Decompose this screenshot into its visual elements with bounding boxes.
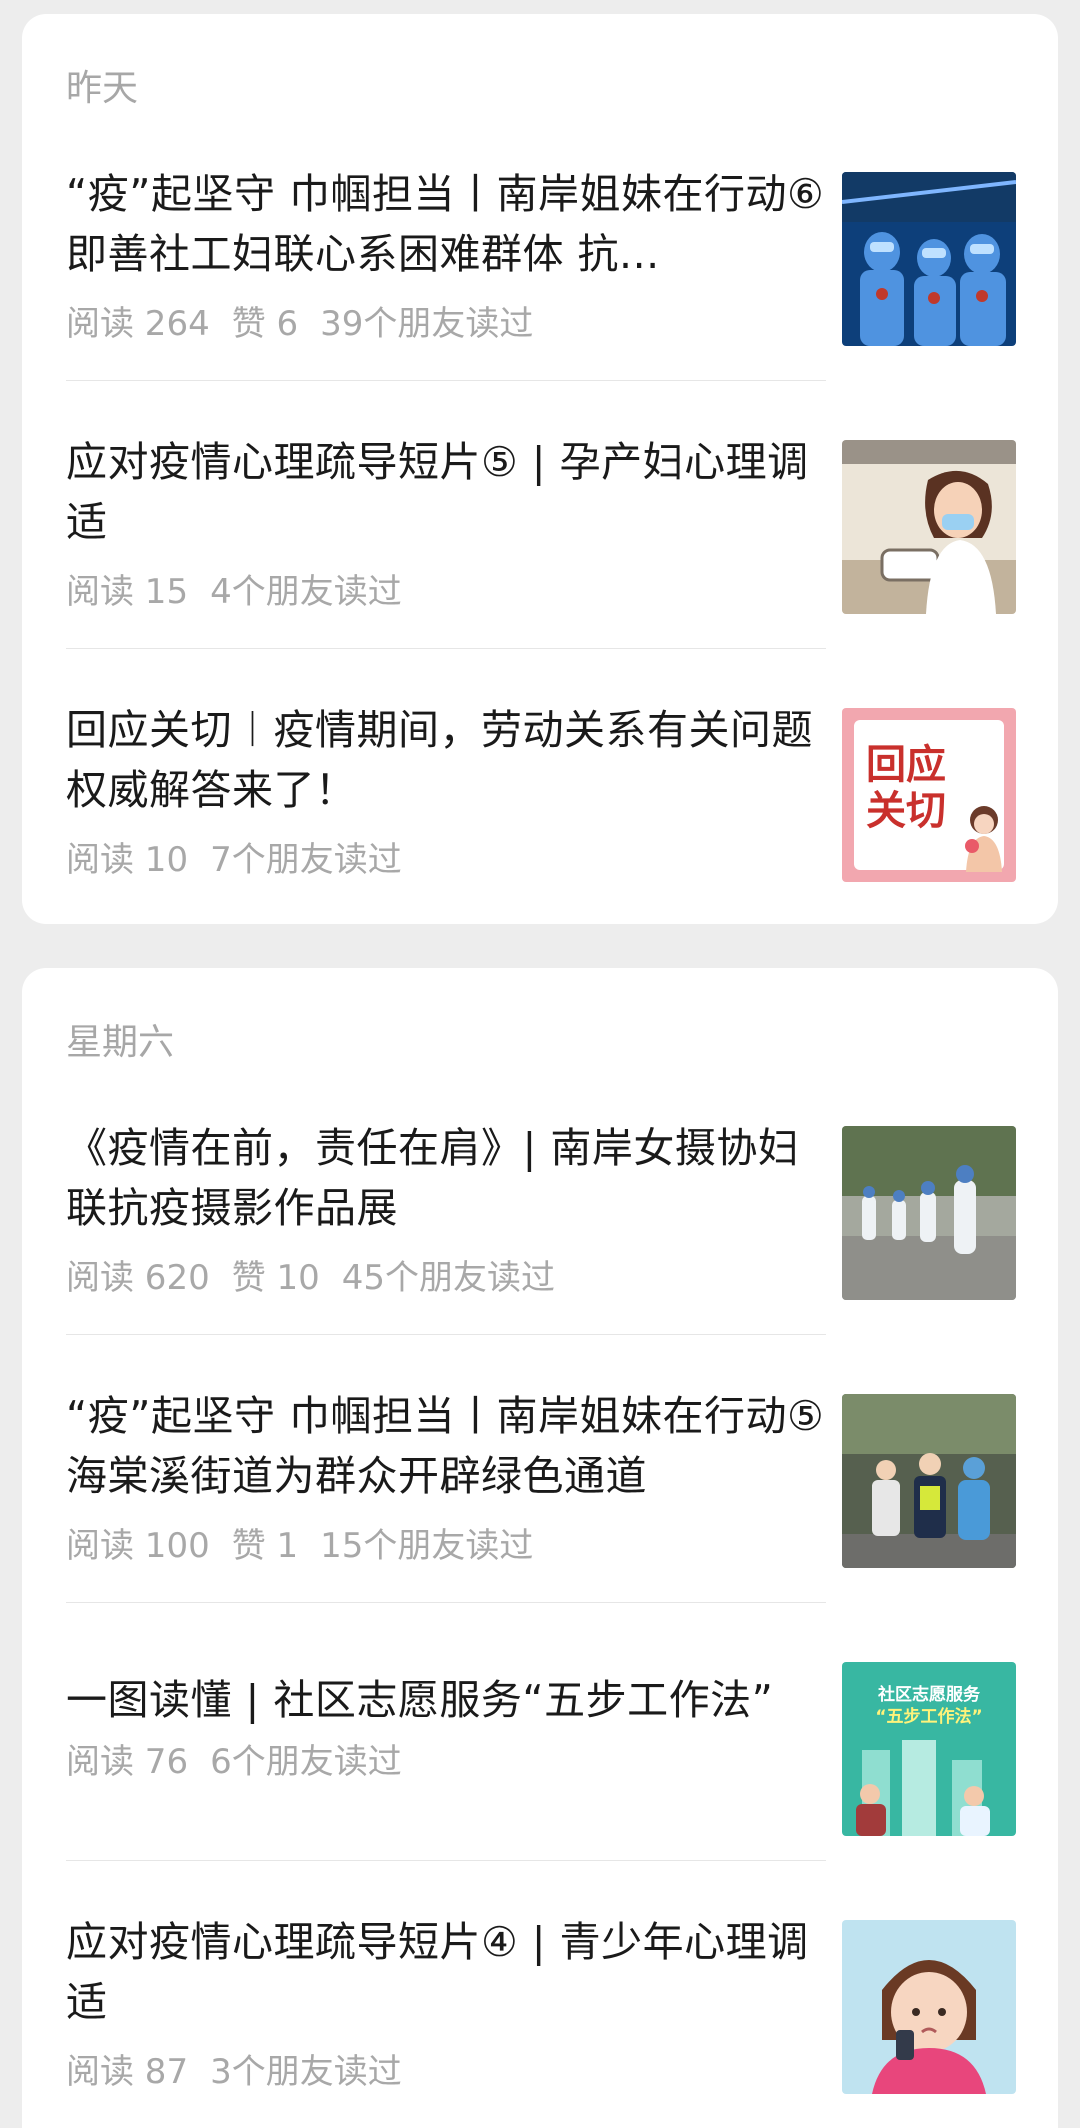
date-label: 星期六 bbox=[66, 1022, 175, 1063]
divider bbox=[66, 1334, 826, 1335]
volunteer-illustration-icon bbox=[856, 1740, 990, 1836]
article-feed: 昨天 “疫”起坚守 巾帼担当丨南岸姐妹在行动⑥ 即善社工妇联心系困难群体 抗..… bbox=[0, 0, 1080, 2128]
teen-illustration-icon bbox=[842, 1920, 1016, 2094]
friends-read-count: 15个朋友读过 bbox=[320, 1526, 534, 1566]
girl-with-flowers-icon bbox=[965, 806, 1002, 872]
read-count: 阅读 10 bbox=[66, 840, 189, 880]
like-count: 赞 10 bbox=[231, 1258, 320, 1298]
officers-photo-icon bbox=[842, 1394, 1016, 1568]
like-count: 赞 6 bbox=[231, 304, 299, 344]
read-count: 阅读 87 bbox=[66, 2052, 189, 2092]
article-thumbnail[interactable] bbox=[842, 1920, 1016, 2094]
article-thumbnail[interactable] bbox=[842, 1126, 1016, 1300]
article-item[interactable]: 《疫情在前，责任在肩》| 南岸女摄协妇联抗疫摄影作品展 阅读 620 赞 10 45… bbox=[66, 1118, 1016, 1318]
article-stats: 阅读 264 赞 6 39个朋友读过 bbox=[66, 300, 555, 348]
divider bbox=[66, 1602, 826, 1603]
article-title: 应对疫情心理疏导短片④ | 青少年心理调适 bbox=[66, 1918, 809, 2026]
read-count: 阅读 15 bbox=[66, 572, 189, 612]
article-item[interactable]: 回应关切︱疫情期间，劳动关系有关问题权威解答来了！ 阅读 10 7个朋友读过 回应… bbox=[66, 700, 1016, 900]
thumbnail-caption: 回应 关切 bbox=[866, 742, 946, 834]
article-thumbnail[interactable]: 回应 关切 bbox=[842, 708, 1016, 882]
thumbnail-caption: 社区志愿服务 “五步工作法” bbox=[875, 1685, 983, 1727]
article-stats: 阅读 620 赞 10 45个朋友读过 bbox=[66, 1254, 577, 1302]
friends-read-count: 6个朋友读过 bbox=[210, 1742, 402, 1782]
article-stats: 阅读 87 3个朋友读过 bbox=[66, 2048, 424, 2096]
article-item[interactable]: “疫”起坚守 巾帼担当丨南岸姐妹在行动⑤ 海棠溪街道为群众开辟绿色通道 阅读 1… bbox=[66, 1386, 1016, 1586]
article-thumbnail[interactable] bbox=[842, 1394, 1016, 1568]
friends-read-count: 4个朋友读过 bbox=[210, 572, 402, 612]
pregnant-woman-illustration-icon bbox=[842, 440, 1016, 614]
article-item[interactable]: “疫”起坚守 巾帼担当丨南岸姐妹在行动⑥ 即善社工妇联心系困难群体 抗... 阅… bbox=[66, 164, 1016, 364]
article-stats: 阅读 76 6个朋友读过 bbox=[66, 1738, 424, 1786]
article-title: “疫”起坚守 巾帼担当丨南岸姐妹在行动⑥ 即善社工妇联心系困难群体 抗... bbox=[66, 170, 825, 278]
friends-read-count: 7个朋友读过 bbox=[210, 840, 402, 880]
divider bbox=[66, 1860, 826, 1861]
read-count: 阅读 620 bbox=[66, 1258, 210, 1298]
article-thumbnail[interactable]: 社区志愿服务 “五步工作法” bbox=[842, 1662, 1016, 1836]
article-item[interactable]: 应对疫情心理疏导短片④ | 青少年心理调适 阅读 87 3个朋友读过 bbox=[66, 1912, 1016, 2112]
article-title: 《疫情在前，责任在肩》| 南岸女摄协妇联抗疫摄影作品展 bbox=[66, 1124, 800, 1232]
read-count: 阅读 264 bbox=[66, 304, 210, 344]
divider bbox=[66, 648, 826, 649]
like-count: 赞 1 bbox=[231, 1526, 299, 1566]
date-label: 昨天 bbox=[66, 68, 139, 109]
article-item[interactable]: 应对疫情心理疏导短片⑤ | 孕产妇心理调适 阅读 15 4个朋友读过 bbox=[66, 432, 1016, 632]
article-title: 回应关切︱疫情期间，劳动关系有关问题权威解答来了！ bbox=[66, 706, 813, 814]
article-item[interactable]: 一图读懂 | 社区志愿服务“五步工作法” 阅读 76 6个朋友读过 社区志愿服务 … bbox=[66, 1654, 1016, 1854]
friends-read-count: 3个朋友读过 bbox=[210, 2052, 402, 2092]
friends-read-count: 39个朋友读过 bbox=[320, 304, 534, 344]
friends-read-count: 45个朋友读过 bbox=[341, 1258, 556, 1298]
article-title: “疫”起坚守 巾帼担当丨南岸姐妹在行动⑤ 海棠溪街道为群众开辟绿色通道 bbox=[66, 1392, 825, 1500]
street-photo-icon bbox=[842, 1126, 1016, 1300]
article-stats: 阅读 100 赞 1 15个朋友读过 bbox=[66, 1522, 555, 1570]
date-group-saturday: 星期六 《疫情在前，责任在肩》| 南岸女摄协妇联抗疫摄影作品展 阅读 620 赞 … bbox=[22, 968, 1058, 2128]
article-stats: 阅读 10 7个朋友读过 bbox=[66, 836, 424, 884]
article-thumbnail[interactable] bbox=[842, 172, 1016, 346]
read-count: 阅读 100 bbox=[66, 1526, 210, 1566]
article-title: 一图读懂 | 社区志愿服务“五步工作法” bbox=[66, 1676, 774, 1724]
volunteers-photo-icon bbox=[842, 172, 1016, 346]
read-count: 阅读 76 bbox=[66, 1742, 189, 1782]
article-stats: 阅读 15 4个朋友读过 bbox=[66, 568, 424, 616]
divider bbox=[66, 380, 826, 381]
article-title: 应对疫情心理疏导短片⑤ | 孕产妇心理调适 bbox=[66, 438, 809, 546]
article-thumbnail[interactable] bbox=[842, 440, 1016, 614]
date-group-yesterday: 昨天 “疫”起坚守 巾帼担当丨南岸姐妹在行动⑥ 即善社工妇联心系困难群体 抗..… bbox=[22, 14, 1058, 924]
